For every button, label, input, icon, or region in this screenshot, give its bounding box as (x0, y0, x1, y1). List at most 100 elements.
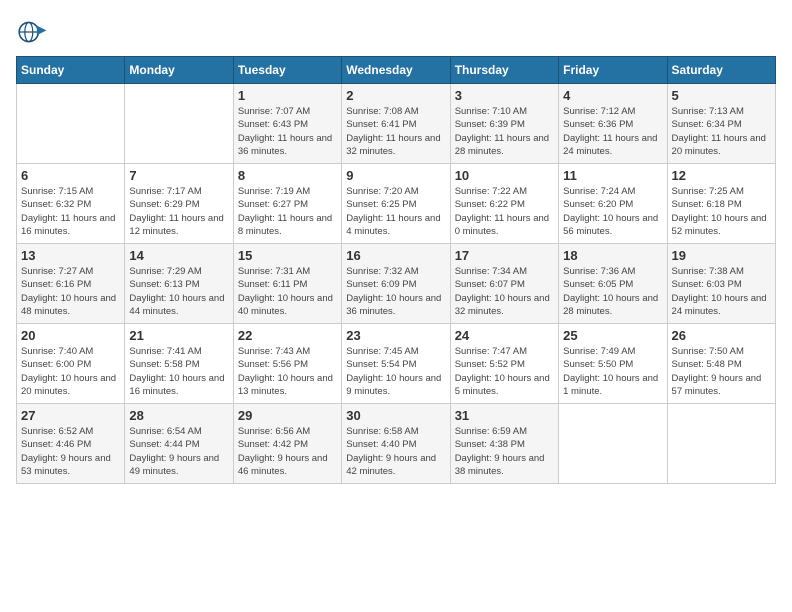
day-number: 23 (346, 328, 445, 343)
day-cell: 15 Sunrise: 7:31 AM Sunset: 6:11 PM Dayli… (233, 244, 341, 324)
day-number: 14 (129, 248, 228, 263)
day-detail: Sunrise: 7:15 AM Sunset: 6:32 PM Dayligh… (21, 185, 120, 238)
day-cell: 9 Sunrise: 7:20 AM Sunset: 6:25 PM Daylig… (342, 164, 450, 244)
day-number: 9 (346, 168, 445, 183)
page-header (16, 16, 776, 48)
day-number: 27 (21, 408, 120, 423)
day-detail: Sunrise: 7:22 AM Sunset: 6:22 PM Dayligh… (455, 185, 554, 238)
week-row-1: 1 Sunrise: 7:07 AM Sunset: 6:43 PM Daylig… (17, 84, 776, 164)
day-number: 29 (238, 408, 337, 423)
header-cell-saturday: Saturday (667, 57, 775, 84)
day-cell: 21 Sunrise: 7:41 AM Sunset: 5:58 PM Dayli… (125, 324, 233, 404)
day-number: 20 (21, 328, 120, 343)
day-cell: 3 Sunrise: 7:10 AM Sunset: 6:39 PM Daylig… (450, 84, 558, 164)
calendar-table: SundayMondayTuesdayWednesdayThursdayFrid… (16, 56, 776, 484)
day-detail: Sunrise: 7:25 AM Sunset: 6:18 PM Dayligh… (672, 185, 771, 238)
header-cell-monday: Monday (125, 57, 233, 84)
day-detail: Sunrise: 7:31 AM Sunset: 6:11 PM Dayligh… (238, 265, 337, 318)
day-detail: Sunrise: 7:49 AM Sunset: 5:50 PM Dayligh… (563, 345, 662, 398)
logo (16, 16, 52, 48)
day-number: 2 (346, 88, 445, 103)
day-detail: Sunrise: 7:27 AM Sunset: 6:16 PM Dayligh… (21, 265, 120, 318)
header-cell-sunday: Sunday (17, 57, 125, 84)
day-cell: 20 Sunrise: 7:40 AM Sunset: 6:00 PM Dayli… (17, 324, 125, 404)
day-number: 13 (21, 248, 120, 263)
day-number: 3 (455, 88, 554, 103)
day-cell: 12 Sunrise: 7:25 AM Sunset: 6:18 PM Dayli… (667, 164, 775, 244)
day-number: 26 (672, 328, 771, 343)
day-detail: Sunrise: 7:32 AM Sunset: 6:09 PM Dayligh… (346, 265, 445, 318)
header-row: SundayMondayTuesdayWednesdayThursdayFrid… (17, 57, 776, 84)
header-cell-friday: Friday (559, 57, 667, 84)
calendar-header: SundayMondayTuesdayWednesdayThursdayFrid… (17, 57, 776, 84)
day-number: 12 (672, 168, 771, 183)
day-cell: 26 Sunrise: 7:50 AM Sunset: 5:48 PM Dayli… (667, 324, 775, 404)
day-number: 18 (563, 248, 662, 263)
day-cell: 16Sunrise: 7:32 AM Sunset: 6:09 PM Dayli… (342, 244, 450, 324)
day-detail: Sunrise: 7:36 AM Sunset: 6:05 PM Dayligh… (563, 265, 662, 318)
day-detail: Sunrise: 7:50 AM Sunset: 5:48 PM Dayligh… (672, 345, 771, 398)
day-cell: 18 Sunrise: 7:36 AM Sunset: 6:05 PM Dayli… (559, 244, 667, 324)
day-number: 19 (672, 248, 771, 263)
week-row-2: 6 Sunrise: 7:15 AM Sunset: 6:32 PM Daylig… (17, 164, 776, 244)
day-detail: Sunrise: 7:41 AM Sunset: 5:58 PM Dayligh… (129, 345, 228, 398)
day-cell: 7 Sunrise: 7:17 AM Sunset: 6:29 PM Daylig… (125, 164, 233, 244)
day-number: 21 (129, 328, 228, 343)
day-cell: 25 Sunrise: 7:49 AM Sunset: 5:50 PM Dayli… (559, 324, 667, 404)
day-detail: Sunrise: 7:19 AM Sunset: 6:27 PM Dayligh… (238, 185, 337, 238)
day-cell: 22 Sunrise: 7:43 AM Sunset: 5:56 PM Dayli… (233, 324, 341, 404)
day-detail: Sunrise: 7:38 AM Sunset: 6:03 PM Dayligh… (672, 265, 771, 318)
week-row-4: 20 Sunrise: 7:40 AM Sunset: 6:00 PM Dayli… (17, 324, 776, 404)
day-detail: Sunrise: 6:59 AM Sunset: 4:38 PM Dayligh… (455, 425, 554, 478)
day-detail: Sunrise: 7:07 AM Sunset: 6:43 PM Dayligh… (238, 105, 337, 158)
day-number: 10 (455, 168, 554, 183)
day-detail: Sunrise: 7:45 AM Sunset: 5:54 PM Dayligh… (346, 345, 445, 398)
week-row-5: 27Sunrise: 6:52 AM Sunset: 4:46 PM Dayli… (17, 404, 776, 484)
day-detail: Sunrise: 6:54 AM Sunset: 4:44 PM Dayligh… (129, 425, 228, 478)
day-number: 15 (238, 248, 337, 263)
day-number: 22 (238, 328, 337, 343)
day-cell: 1 Sunrise: 7:07 AM Sunset: 6:43 PM Daylig… (233, 84, 341, 164)
day-cell: 6 Sunrise: 7:15 AM Sunset: 6:32 PM Daylig… (17, 164, 125, 244)
day-detail: Sunrise: 7:12 AM Sunset: 6:36 PM Dayligh… (563, 105, 662, 158)
day-detail: Sunrise: 7:08 AM Sunset: 6:41 PM Dayligh… (346, 105, 445, 158)
day-detail: Sunrise: 7:24 AM Sunset: 6:20 PM Dayligh… (563, 185, 662, 238)
day-number: 11 (563, 168, 662, 183)
day-number: 7 (129, 168, 228, 183)
day-cell: 14 Sunrise: 7:29 AM Sunset: 6:13 PM Dayli… (125, 244, 233, 324)
day-cell: 30Sunrise: 6:58 AM Sunset: 4:40 PM Dayli… (342, 404, 450, 484)
day-cell: 17Sunrise: 7:34 AM Sunset: 6:07 PM Dayli… (450, 244, 558, 324)
day-cell: 11 Sunrise: 7:24 AM Sunset: 6:20 PM Dayli… (559, 164, 667, 244)
day-number: 5 (672, 88, 771, 103)
day-detail: Sunrise: 7:10 AM Sunset: 6:39 PM Dayligh… (455, 105, 554, 158)
day-number: 1 (238, 88, 337, 103)
day-cell: 5Sunrise: 7:13 AM Sunset: 6:34 PM Daylig… (667, 84, 775, 164)
day-cell (125, 84, 233, 164)
day-cell (667, 404, 775, 484)
day-number: 8 (238, 168, 337, 183)
header-cell-thursday: Thursday (450, 57, 558, 84)
day-cell: 24Sunrise: 7:47 AM Sunset: 5:52 PM Dayli… (450, 324, 558, 404)
calendar-body: 1 Sunrise: 7:07 AM Sunset: 6:43 PM Daylig… (17, 84, 776, 484)
day-number: 25 (563, 328, 662, 343)
day-cell: 8 Sunrise: 7:19 AM Sunset: 6:27 PM Daylig… (233, 164, 341, 244)
day-cell: 28 Sunrise: 6:54 AM Sunset: 4:44 PM Dayli… (125, 404, 233, 484)
day-detail: Sunrise: 7:29 AM Sunset: 6:13 PM Dayligh… (129, 265, 228, 318)
day-detail: Sunrise: 7:20 AM Sunset: 6:25 PM Dayligh… (346, 185, 445, 238)
day-detail: Sunrise: 7:17 AM Sunset: 6:29 PM Dayligh… (129, 185, 228, 238)
day-number: 6 (21, 168, 120, 183)
day-number: 28 (129, 408, 228, 423)
day-number: 31 (455, 408, 554, 423)
header-cell-wednesday: Wednesday (342, 57, 450, 84)
day-cell: 31 Sunrise: 6:59 AM Sunset: 4:38 PM Dayli… (450, 404, 558, 484)
day-detail: Sunrise: 6:58 AM Sunset: 4:40 PM Dayligh… (346, 425, 445, 478)
day-detail: Sunrise: 7:40 AM Sunset: 6:00 PM Dayligh… (21, 345, 120, 398)
day-number: 17 (455, 248, 554, 263)
day-cell: 13 Sunrise: 7:27 AM Sunset: 6:16 PM Dayli… (17, 244, 125, 324)
day-number: 24 (455, 328, 554, 343)
day-detail: Sunrise: 7:43 AM Sunset: 5:56 PM Dayligh… (238, 345, 337, 398)
day-cell: 19 Sunrise: 7:38 AM Sunset: 6:03 PM Dayli… (667, 244, 775, 324)
day-cell: 29 Sunrise: 6:56 AM Sunset: 4:42 PM Dayli… (233, 404, 341, 484)
day-number: 4 (563, 88, 662, 103)
day-detail: Sunrise: 6:56 AM Sunset: 4:42 PM Dayligh… (238, 425, 337, 478)
